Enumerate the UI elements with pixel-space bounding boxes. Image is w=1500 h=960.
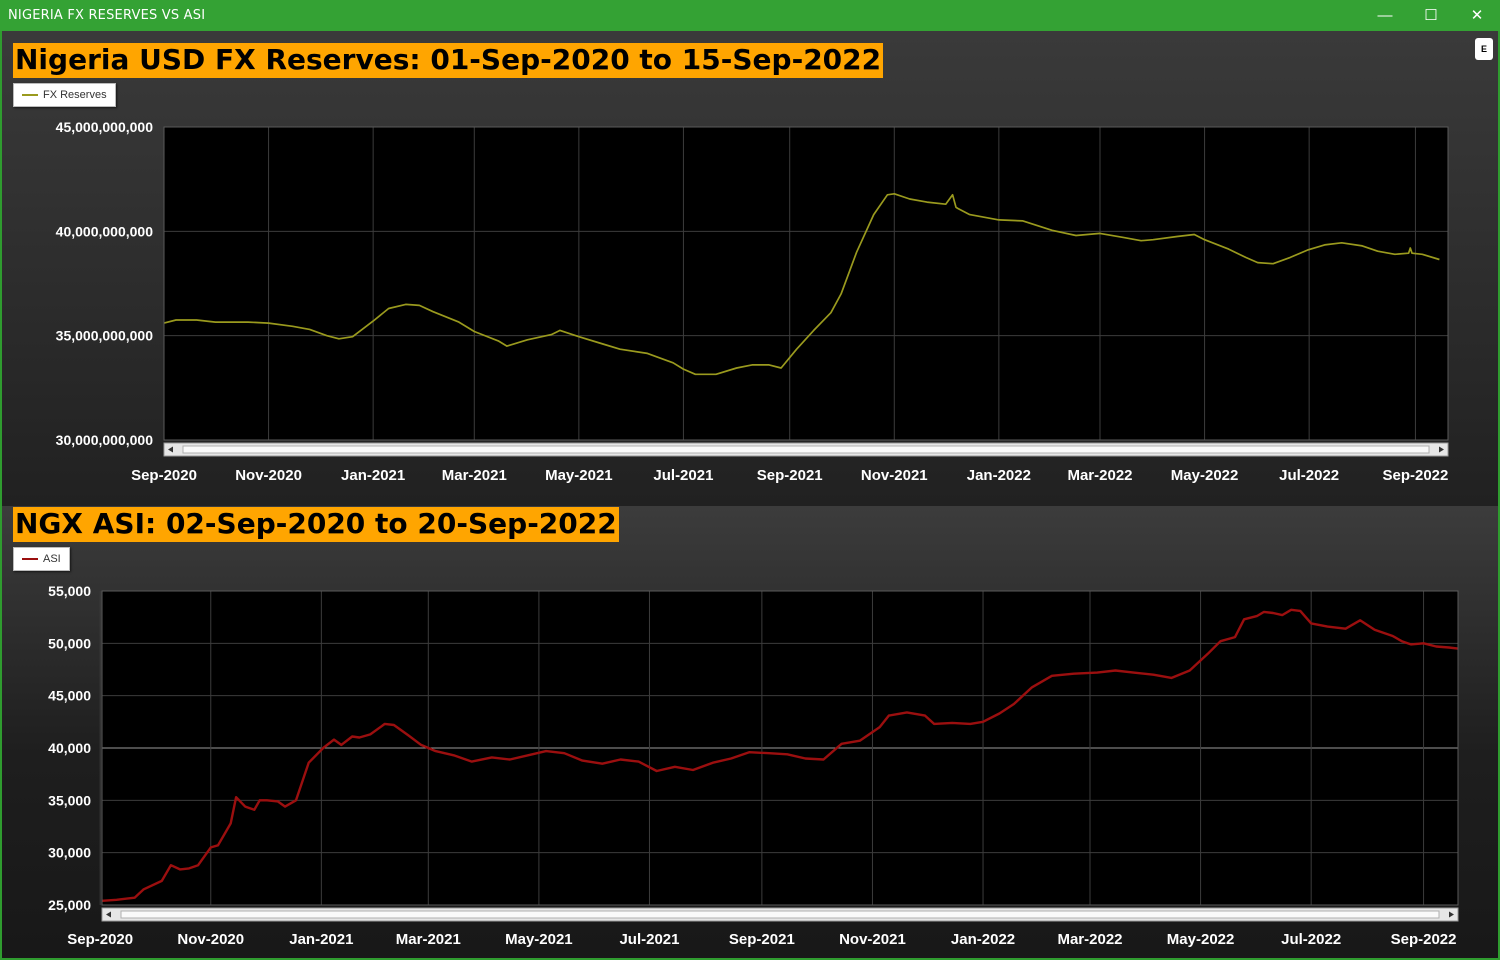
asi-ytick-label: 30,000 [48,845,91,861]
fx-scrollbar[interactable] [163,442,1449,457]
fx-ytick-label: 40,000,000,000 [56,223,154,239]
asi-ytick-label: 50,000 [48,635,91,651]
fx-ytick-label: 45,000,000,000 [56,119,154,135]
asi-xtick-label: Sep-2020 [67,931,133,948]
asi-xtick-label: Nov-2020 [177,931,244,948]
window-titlebar: NIGERIA FX RESERVES VS ASI — ☐ ✕ [0,0,1500,31]
fx-xtick-label: Nov-2020 [235,467,302,484]
fx-xtick-label: May-2021 [545,467,613,484]
fx-xtick-label: Mar-2022 [1067,467,1132,484]
maximize-icon: ☐ [1424,7,1438,24]
minimize-button[interactable]: — [1362,0,1408,31]
fx-ytick-label: 35,000,000,000 [56,328,154,344]
fx-xtick-label: Sep-2022 [1382,467,1448,484]
fx-xtick-label: Jul-2022 [1279,467,1339,484]
asi-xtick-label: Jan-2022 [951,931,1015,948]
fx-xtick-label: Sep-2021 [757,467,823,484]
asi-ytick-label: 45,000 [48,688,91,704]
fx-xtick-label: Jan-2022 [967,467,1031,484]
asi-ytick-label: 25,000 [48,897,91,913]
asi-scrollbar[interactable] [101,907,1459,922]
fx-scrollbar-thumb [182,445,1430,454]
fx-xtick-label: Mar-2021 [442,467,507,484]
minimize-icon: — [1377,7,1393,24]
asi-ytick-label: 40,000 [48,740,91,756]
asi-xtick-label: Sep-2021 [729,931,795,948]
asi-xtick-label: May-2022 [1167,931,1235,948]
asi-xtick-label: Mar-2022 [1057,931,1122,948]
fx-xtick-label: Sep-2020 [131,467,197,484]
asi-xtick-label: Jul-2021 [619,931,679,948]
asi-scrollbar-thumb [120,910,1440,919]
asi-xtick-label: Mar-2021 [396,931,461,948]
close-button[interactable]: ✕ [1454,0,1500,31]
fx-xtick-label: May-2022 [1171,467,1239,484]
dashboard-area: Nigeria USD FX Reserves: 01-Sep-2020 to … [2,31,1498,958]
asi-xtick-label: Jul-2022 [1281,931,1341,948]
asi-xtick-label: Jan-2021 [289,931,353,948]
charts-canvas: 30,000,000,000 35,000,000,000 40,000,000,0… [48,119,1459,948]
fx-xtick-label: Jan-2021 [341,467,405,484]
fx-xtick-label: Jul-2021 [653,467,713,484]
asi-ytick-label: 35,000 [48,792,91,808]
fx-ytick-label: 30,000,000,000 [56,432,154,448]
fx-plot-area [164,127,1448,440]
maximize-button[interactable]: ☐ [1408,0,1454,31]
close-icon: ✕ [1470,7,1484,24]
asi-ytick-label: 55,000 [48,583,91,599]
window-title: NIGERIA FX RESERVES VS ASI [8,8,206,23]
asi-xtick-label: Nov-2021 [839,931,906,948]
fx-xtick-label: Nov-2021 [861,467,928,484]
asi-xtick-label: Sep-2022 [1391,931,1457,948]
asi-xtick-label: May-2021 [505,931,573,948]
